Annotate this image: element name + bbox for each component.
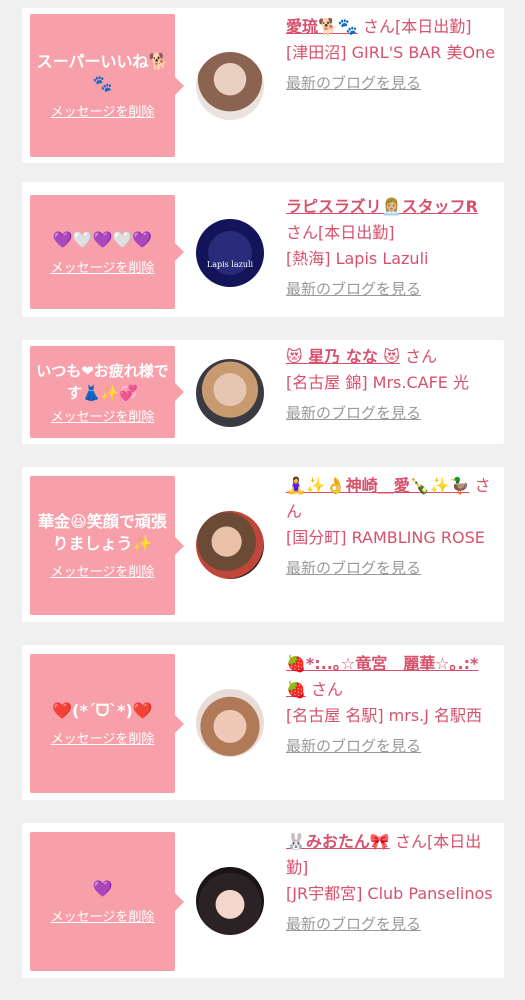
message-text: 💜🤍💜🤍💜 xyxy=(52,229,153,249)
profile-info: 🐰みおたん🎀 さん[本日出勤] [JR宇都宮] Club Panselinos … xyxy=(286,829,496,937)
avatar[interactable] xyxy=(196,511,264,579)
latest-blog-link[interactable]: 最新のブログを見る xyxy=(286,911,496,937)
avatar[interactable] xyxy=(196,867,264,935)
shop-name: [名古屋 名駅] mrs.J 名駅西 xyxy=(286,706,483,725)
list-item: いつも❤お疲れ様です👗✨💞 メッセージを削除 😻 星乃 なな 😻 さん [名古屋… xyxy=(22,340,504,444)
shop-name: [津田沼] GIRL'S BAR 美One xyxy=(286,43,496,62)
shop-name: [国分町] RAMBLING ROSE xyxy=(286,528,485,547)
delete-message-link[interactable]: メッセージを削除 xyxy=(51,906,155,925)
list-item: 💜🤍💜🤍💜 メッセージを削除 Lapis lazuli ラピスラズリ👩🏼‍💼スタ… xyxy=(22,182,504,317)
profile-info: 愛琉🐕🐾 さん[本日出勤] [津田沼] GIRL'S BAR 美One 最新のブ… xyxy=(286,14,496,96)
avatar-logo-text: Lapis lazuli xyxy=(206,259,254,269)
avatar[interactable] xyxy=(196,689,264,757)
message-bubble: 華金😆笑顔で頑張りましょう✨ メッセージを削除 xyxy=(30,476,184,615)
profile-name-link[interactable]: 😻 星乃 なな 😻 xyxy=(286,347,400,366)
shop-name: [熱海] Lapis Lazuli xyxy=(286,249,429,268)
avatar[interactable] xyxy=(196,52,264,120)
favorite-list: スーパーいいね🐕🐾 メッセージを削除 愛琉🐕🐾 さん[本日出勤] [津田沼] G… xyxy=(0,0,525,1000)
delete-message-link[interactable]: メッセージを削除 xyxy=(51,728,155,747)
message-text: 💜 xyxy=(92,879,113,898)
profile-name-link[interactable]: 🧘‍♀️✨👌神崎＿愛🍾✨🦆 xyxy=(286,476,470,495)
list-item: 華金😆笑顔で頑張りましょう✨ メッセージを削除 🧘‍♀️✨👌神崎＿愛🍾✨🦆 さん… xyxy=(22,467,504,622)
delete-message-link[interactable]: メッセージを削除 xyxy=(51,257,155,276)
avatar[interactable]: Lapis lazuli xyxy=(196,219,264,287)
latest-blog-link[interactable]: 最新のブログを見る xyxy=(286,400,496,426)
latest-blog-link[interactable]: 最新のブログを見る xyxy=(286,70,496,96)
latest-blog-link[interactable]: 最新のブログを見る xyxy=(286,555,496,581)
list-item: スーパーいいね🐕🐾 メッセージを削除 愛琉🐕🐾 さん[本日出勤] [津田沼] G… xyxy=(22,8,504,163)
message-bubble: 💜🤍💜🤍💜 メッセージを削除 xyxy=(30,195,184,309)
list-item: 💜 メッセージを削除 🐰みおたん🎀 さん[本日出勤] [JR宇都宮] Club … xyxy=(22,823,504,978)
status-text: さん[本日出勤] xyxy=(362,17,472,36)
message-bubble: スーパーいいね🐕🐾 メッセージを削除 xyxy=(30,14,184,157)
status-text: さん xyxy=(405,347,438,366)
profile-name-link[interactable]: 🐰みおたん🎀 xyxy=(286,832,390,851)
delete-message-link[interactable]: メッセージを削除 xyxy=(51,561,155,580)
profile-info: ラピスラズリ👩🏼‍💼スタッフR さん[本日出勤] [熱海] Lapis Lazu… xyxy=(286,194,496,302)
delete-message-link[interactable]: メッセージを削除 xyxy=(51,101,155,120)
latest-blog-link[interactable]: 最新のブログを見る xyxy=(286,733,496,759)
status-text: さん xyxy=(311,680,344,699)
message-bubble: ❤️(*´ᗜ`*)❤️ メッセージを削除 xyxy=(30,654,184,793)
profile-info: 🍓*:..｡☆竜宮 麗華☆｡.:*🍓 さん [名古屋 名駅] mrs.J 名駅西… xyxy=(286,651,496,759)
message-text: いつも❤お疲れ様です👗✨💞 xyxy=(36,361,169,402)
status-text: さん[本日出勤] xyxy=(286,223,395,242)
shop-name: [名古屋 錦] Mrs.CAFE 光 xyxy=(286,373,469,392)
list-item: ❤️(*´ᗜ`*)❤️ メッセージを削除 🍓*:..｡☆竜宮 麗華☆｡.:*🍓 … xyxy=(22,645,504,800)
message-text: スーパーいいね🐕🐾 xyxy=(36,52,169,93)
profile-name-link[interactable]: 愛琉🐕🐾 xyxy=(286,17,358,36)
message-bubble: いつも❤お疲れ様です👗✨💞 メッセージを削除 xyxy=(30,346,184,438)
message-bubble: 💜 メッセージを削除 xyxy=(30,832,184,971)
message-text: 華金😆笑顔で頑張りましょう✨ xyxy=(38,512,167,553)
profile-info: 🧘‍♀️✨👌神崎＿愛🍾✨🦆 さん [国分町] RAMBLING ROSE 最新の… xyxy=(286,473,496,581)
profile-name-link[interactable]: ラピスラズリ👩🏼‍💼スタッフR xyxy=(286,197,478,216)
profile-info: 😻 星乃 なな 😻 さん [名古屋 錦] Mrs.CAFE 光 最新のブログを見… xyxy=(286,344,496,426)
delete-message-link[interactable]: メッセージを削除 xyxy=(51,406,155,425)
shop-name: [JR宇都宮] Club Panselinos xyxy=(286,884,493,903)
avatar[interactable] xyxy=(196,359,264,427)
latest-blog-link[interactable]: 最新のブログを見る xyxy=(286,276,496,302)
message-text: ❤️(*´ᗜ`*)❤️ xyxy=(52,701,153,720)
